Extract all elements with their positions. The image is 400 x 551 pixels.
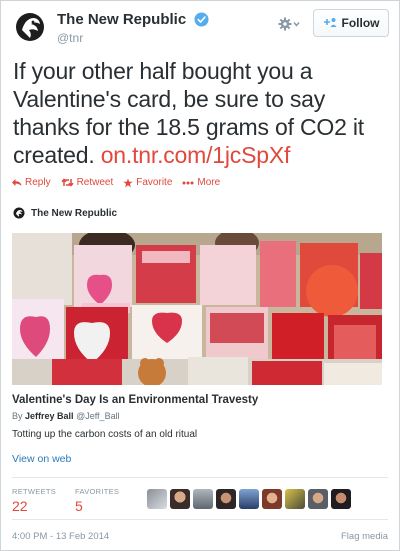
follow-button-label: Follow (341, 16, 380, 30)
more-label: More (197, 177, 221, 188)
user-avatar[interactable] (216, 489, 236, 509)
reply-label: Reply (25, 177, 51, 188)
stats-divider-bottom (12, 519, 388, 520)
user-avatar[interactable] (285, 489, 305, 509)
tweet-text: If your other half bought you a Valentin… (13, 57, 389, 169)
flag-media-link[interactable]: Flag media (341, 531, 388, 542)
retweets-stat[interactable]: RETWEETS 22 (12, 487, 56, 514)
retweet-button[interactable]: Retweet (61, 177, 114, 188)
user-avatar[interactable] (193, 489, 213, 509)
card-title[interactable]: Valentine's Day Is an Environmental Trav… (12, 394, 258, 406)
favorite-label: Favorite (136, 177, 173, 188)
user-avatar[interactable] (170, 489, 190, 509)
source-logo-icon (13, 207, 25, 219)
chevron-down-icon (293, 22, 300, 27)
card-author-handle[interactable]: @Jeff_Ball (76, 411, 120, 421)
account-handle: @tnr (57, 31, 84, 45)
favorites-value: 5 (75, 498, 83, 514)
tweet-embed: The New Republic @tnr Follow If your oth… (0, 0, 400, 551)
card-author[interactable]: Jeffrey Ball (25, 411, 74, 421)
user-avatar[interactable] (331, 489, 351, 509)
account-name-block[interactable]: The New Republic @tnr (57, 11, 209, 45)
card-source-name: The New Republic (31, 207, 118, 219)
follow-button[interactable]: Follow (313, 9, 389, 37)
favorites-stat[interactable]: FAVORITES 5 (75, 487, 119, 514)
reply-button[interactable]: Reply (11, 177, 51, 188)
retweets-value: 22 (12, 498, 28, 514)
favorite-button[interactable]: Favorite (123, 177, 172, 188)
retweet-icon (61, 178, 74, 187)
user-avatar[interactable] (308, 489, 328, 509)
star-icon (123, 178, 133, 187)
gear-menu-button[interactable] (277, 14, 301, 34)
gear-icon (278, 17, 292, 31)
retweet-label: Retweet (76, 177, 114, 188)
tweet-header: The New Republic @tnr Follow (13, 9, 389, 49)
retweets-label: RETWEETS (12, 487, 57, 496)
more-button[interactable]: More (182, 177, 220, 188)
favorites-label: FAVORITES (75, 487, 120, 496)
more-dots-icon (182, 181, 194, 184)
stats-divider-top (12, 477, 388, 478)
account-name[interactable]: The New Republic (57, 11, 186, 28)
card-image[interactable] (12, 233, 382, 385)
favoriter-avatars (147, 489, 351, 509)
verified-badge-icon (194, 12, 209, 27)
user-avatar[interactable] (262, 489, 282, 509)
card-byline: By Jeffrey Ball @Jeff_Ball (12, 411, 120, 421)
view-on-web-link[interactable]: View on web (12, 453, 71, 465)
avatar-logo[interactable] (13, 10, 47, 44)
follow-user-plus-icon (323, 16, 337, 31)
tweet-actions: Reply Retweet Favorite More (11, 177, 220, 188)
card-description: Totting up the carbon costs of an old ri… (12, 429, 198, 440)
tweet-timestamp[interactable]: 4:00 PM - 13 Feb 2014 (12, 531, 109, 542)
reply-icon (12, 179, 22, 186)
user-avatar[interactable] (239, 489, 259, 509)
user-avatar[interactable] (147, 489, 167, 509)
byline-prefix: By (12, 411, 23, 421)
card-source[interactable]: The New Republic (13, 207, 117, 219)
tweet-link[interactable]: on.tnr.com/1jcSpXf (101, 142, 291, 168)
